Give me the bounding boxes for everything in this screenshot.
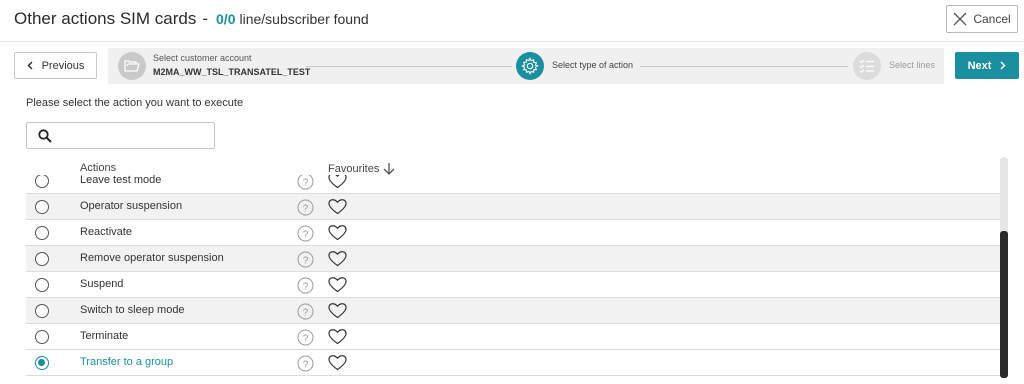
help-icon[interactable]: ?	[297, 303, 314, 320]
heart-icon[interactable]	[328, 224, 347, 241]
svg-text:?: ?	[303, 360, 309, 371]
heart-icon[interactable]	[328, 354, 347, 371]
list-item[interactable]: Operator suspension ?	[26, 194, 1006, 220]
step-type-of-action	[516, 52, 544, 80]
step2-label: Select type of action	[552, 60, 634, 70]
result-found-text: line/subscriber found	[239, 11, 369, 27]
search-icon	[38, 129, 52, 143]
close-icon	[953, 12, 967, 26]
step1-value: M2MA_WW_TSL_TRANSATEL_TEST	[153, 67, 311, 77]
heart-icon[interactable]	[328, 198, 347, 215]
search-input[interactable]	[59, 127, 209, 145]
title-separator: -	[202, 9, 209, 28]
svg-text:?: ?	[303, 204, 309, 215]
action-label: Reactivate	[80, 226, 132, 238]
page-header: Other actions SIM cards -0/0 line/subscrib…	[0, 0, 1024, 42]
step-connector	[306, 66, 512, 67]
list-item[interactable]: Transfer to a group ?	[26, 350, 1006, 376]
chevron-right-icon	[1000, 61, 1006, 70]
heart-icon[interactable]	[328, 250, 347, 267]
heart-icon[interactable]	[328, 276, 347, 293]
result-count: 0/0	[216, 11, 236, 27]
list-item[interactable]: Leave test mode ?	[26, 175, 1006, 194]
radio-button[interactable]	[35, 226, 49, 240]
help-icon[interactable]: ?	[297, 329, 314, 346]
page-title: Other actions SIM cards -0/0 line/subscrib…	[14, 9, 369, 29]
radio-button[interactable]	[35, 330, 49, 344]
heart-icon[interactable]	[328, 175, 347, 189]
column-header-favourites[interactable]: Favourites	[328, 162, 395, 175]
gear-icon	[521, 57, 539, 75]
action-label: Operator suspension	[80, 200, 183, 212]
step-connector	[640, 66, 848, 67]
previous-button[interactable]: Previous	[14, 52, 97, 79]
step-select-lines	[853, 52, 881, 80]
list-item[interactable]: Terminate ?	[26, 324, 1006, 350]
column-header-actions: Actions	[80, 162, 117, 174]
folder-icon	[124, 60, 140, 72]
help-icon[interactable]: ?	[297, 277, 314, 294]
scrollbar-thumb[interactable]	[1000, 231, 1008, 378]
next-label: Next	[967, 59, 992, 72]
actions-list: Leave test mode ? Operator suspension ? …	[26, 175, 1006, 378]
help-icon[interactable]: ?	[297, 225, 314, 242]
previous-label: Previous	[41, 59, 85, 72]
action-label: Terminate	[80, 330, 129, 342]
action-label: Suspend	[80, 278, 124, 290]
list-item[interactable]: Reactivate ?	[26, 220, 1006, 246]
list-item[interactable]: Suspend ?	[26, 272, 1006, 298]
wizard-stepper: Select customer account M2MA_WW_TSL_TRAN…	[108, 48, 944, 84]
step-customer-account	[118, 52, 146, 80]
heart-icon[interactable]	[328, 328, 347, 345]
action-label: Leave test mode	[80, 175, 162, 186]
step3-label: Select lines	[889, 60, 936, 70]
title-text: Other actions SIM cards	[14, 9, 197, 28]
sort-down-icon	[383, 163, 395, 175]
help-icon[interactable]: ?	[297, 251, 314, 268]
instruction-text: Please select the action you want to exe…	[26, 97, 244, 109]
action-label: Remove operator suspension	[80, 252, 224, 264]
help-icon[interactable]: ?	[297, 199, 314, 216]
radio-button[interactable]	[35, 175, 49, 188]
radio-button[interactable]	[35, 200, 49, 214]
svg-text:?: ?	[303, 308, 309, 319]
svg-text:?: ?	[303, 334, 309, 345]
radio-button[interactable]	[35, 356, 49, 370]
svg-text:?: ?	[303, 178, 309, 189]
cancel-button[interactable]: Cancel	[946, 5, 1018, 33]
search-field[interactable]	[26, 122, 215, 149]
chevron-left-icon	[27, 61, 33, 70]
help-icon[interactable]: ?	[297, 175, 314, 190]
action-label: Transfer to a group	[80, 356, 174, 368]
checklist-icon	[859, 59, 874, 73]
step1-label: Select customer account	[153, 53, 252, 63]
radio-button[interactable]	[35, 252, 49, 266]
svg-text:?: ?	[303, 282, 309, 293]
favourites-label: Favourites	[328, 162, 380, 175]
next-button[interactable]: Next	[955, 52, 1019, 79]
heart-icon[interactable]	[328, 302, 347, 319]
help-icon[interactable]: ?	[297, 355, 314, 372]
list-item[interactable]: Remove operator suspension ?	[26, 246, 1006, 272]
svg-text:?: ?	[303, 230, 309, 241]
list-item[interactable]: Switch to sleep mode ?	[26, 298, 1006, 324]
cancel-label: Cancel	[973, 12, 1011, 26]
radio-button[interactable]	[35, 304, 49, 318]
action-label: Switch to sleep mode	[80, 304, 185, 316]
radio-button[interactable]	[35, 278, 49, 292]
scrollbar[interactable]	[1000, 157, 1008, 378]
svg-text:?: ?	[303, 256, 309, 267]
